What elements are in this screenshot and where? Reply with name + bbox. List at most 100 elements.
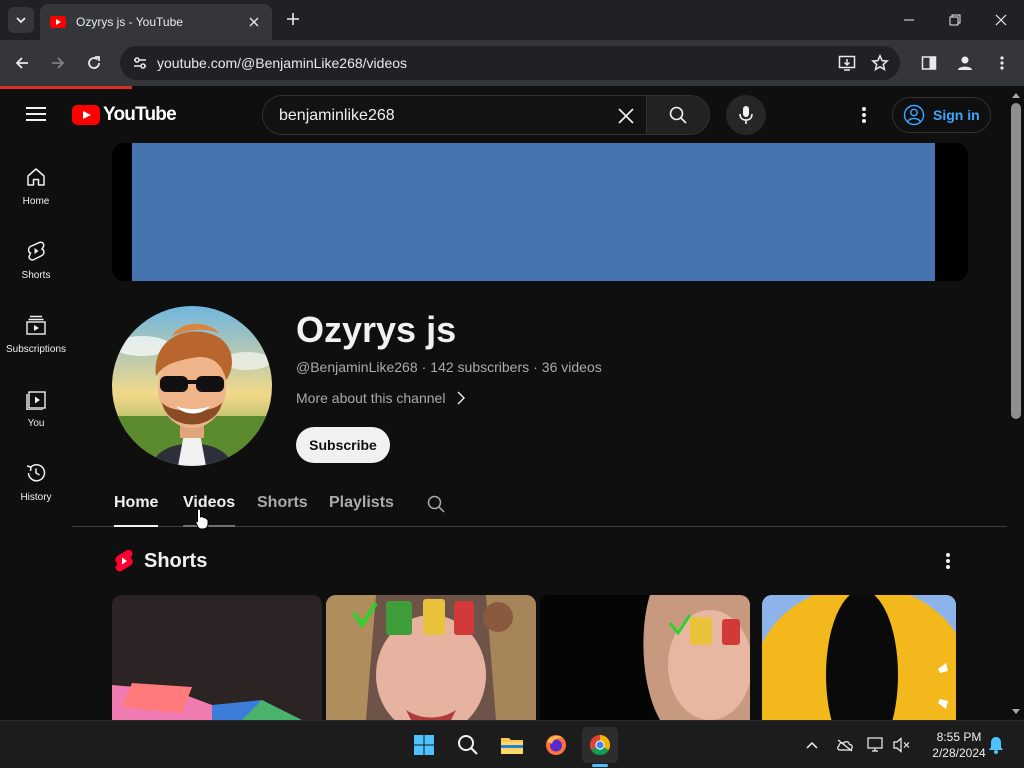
menu-line [26,107,46,109]
firefox-icon [546,735,566,755]
meta-separator: · [421,359,427,375]
shorts-more-button[interactable] [936,549,960,573]
channel-banner [112,143,968,281]
search-icon [427,495,445,513]
network-icon [867,737,883,752]
volume-tray-button[interactable] [892,735,912,755]
reload-icon [88,56,100,69]
thumbnail-image [540,595,750,720]
youtube-logo[interactable]: YouTube [72,104,177,126]
avatar-illustration [112,306,272,466]
search-input[interactable]: benjaminlike268 [262,95,646,135]
back-button[interactable] [9,50,35,76]
show-hidden-icons-button[interactable] [802,735,822,755]
guide-item-you[interactable]: You [0,367,72,441]
search-button[interactable] [646,95,710,135]
short-thumbnail-4[interactable] [762,595,956,720]
tab-playlists[interactable]: Playlists [329,494,394,527]
meta-separator: · [533,359,538,375]
thumbnail-image [762,595,956,720]
settings-menu-button[interactable] [852,103,876,127]
chevron-right-icon [457,391,466,405]
more-about-label: More about this channel [296,390,446,406]
guide-label: You [27,418,45,429]
youtube-page: YouTube benjaminlike268 Sign in Home Sho… [0,89,1024,720]
restore-button[interactable] [943,8,967,32]
guide-label: Subscriptions [5,344,67,355]
restore-icon [949,14,961,26]
guide-item-home[interactable]: Home [0,145,72,219]
minimize-button[interactable] [897,8,921,32]
close-icon [618,108,634,124]
channel-search-button[interactable] [424,492,448,516]
close-icon [995,14,1007,26]
short-thumbnail-3[interactable] [540,595,750,720]
mouse-pointer-hand-icon [195,508,209,530]
menu-line [26,119,46,121]
more-about-channel-link[interactable]: More about this channel [296,390,466,406]
channel-handle: @BenjaminLike268 [296,359,418,375]
scroll-up-arrow-icon[interactable] [1012,93,1020,98]
account-circle-icon [903,104,925,126]
tab-shorts[interactable]: Shorts [257,494,308,527]
menu-line [26,113,46,115]
browser-tab-active[interactable]: Ozyrys js - YouTube [40,4,272,40]
firefox-button[interactable] [538,727,574,763]
voice-search-button[interactable] [726,95,766,135]
start-button[interactable] [406,727,442,763]
youtube-favicon-icon [50,16,66,28]
subscriptions-icon [24,313,48,337]
youtube-play-icon [72,105,100,125]
tab-search-button[interactable] [8,7,34,33]
windows-taskbar: 8:55 PM 2/28/2024 [0,720,1024,768]
chevron-down-icon [16,17,26,24]
browser-menu-button[interactable] [991,52,1013,74]
tab-videos[interactable]: Videos [183,494,236,527]
side-panel-button[interactable] [918,52,940,74]
tab-title: Ozyrys js - YouTube [76,15,183,29]
sign-in-button[interactable]: Sign in [892,97,991,133]
new-tab-button[interactable] [282,8,304,30]
close-window-button[interactable] [989,8,1013,32]
channel-metadata: @BenjaminLike268 · 142 subscribers · 36 vide… [296,359,602,375]
tab-close-button[interactable] [246,14,262,30]
profile-button[interactable] [954,52,976,74]
bookmark-button[interactable] [870,53,890,73]
address-bar[interactable]: youtube.com/@BenjaminLike268/videos [120,46,900,80]
onedrive-tray-button[interactable] [835,735,855,755]
subscriber-count: 142 subscribers [430,359,530,375]
page-scrollbar[interactable] [1008,89,1024,720]
tab-home[interactable]: Home [114,494,159,527]
channel-name: Ozyrys js [296,309,457,350]
site-info-button[interactable] [130,53,150,73]
chrome-button[interactable] [582,727,618,763]
network-tray-button[interactable] [866,735,886,755]
scroll-down-arrow-icon[interactable] [1012,709,1020,714]
guide-menu-button[interactable] [24,103,48,127]
history-icon [24,461,48,485]
folder-icon [501,738,523,754]
forward-button[interactable] [45,50,71,76]
taskbar-search-button[interactable] [450,727,486,763]
screen: Ozyrys js - YouTube youtube.com/@Benjami… [0,0,1024,768]
channel-avatar[interactable] [112,306,272,466]
clear-search-button[interactable] [614,104,638,128]
kebab-menu-icon [1000,56,1004,70]
install-app-button[interactable] [837,53,857,73]
notifications-button[interactable] [986,735,1006,755]
guide-item-history[interactable]: History [0,441,72,515]
short-thumbnail-1[interactable] [112,595,322,720]
guide-item-shorts[interactable]: Shorts [0,219,72,293]
short-thumbnail-2[interactable] [326,595,536,720]
file-explorer-button[interactable] [494,727,530,763]
search-icon [458,735,478,755]
cloud-offline-icon [837,739,853,752]
reload-button[interactable] [81,50,107,76]
subscribe-button[interactable]: Subscribe [296,427,390,463]
chevron-up-icon [806,741,818,749]
minimize-icon [904,19,914,21]
person-icon [958,56,972,70]
scrollbar-thumb[interactable] [1011,103,1021,419]
banner-image [132,143,935,281]
guide-item-subscriptions[interactable]: Subscriptions [0,293,72,367]
